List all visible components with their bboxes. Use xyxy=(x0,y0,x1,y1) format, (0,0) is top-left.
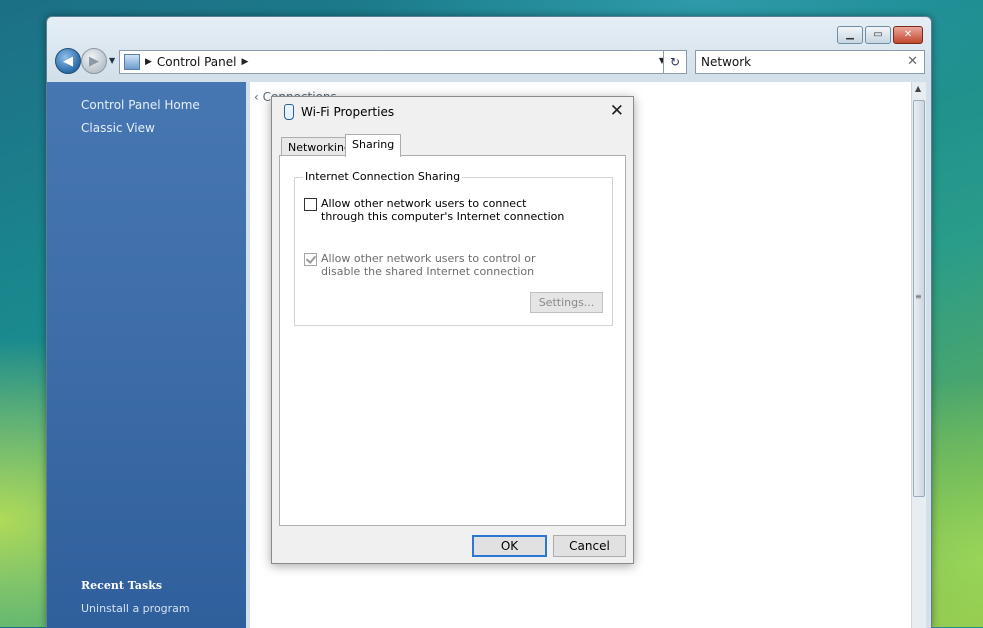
refresh-icon: ↻ xyxy=(669,55,681,69)
group-title: Internet Connection Sharing xyxy=(303,170,463,183)
allow-control-checkbox xyxy=(304,253,317,266)
dialog-title: Wi-Fi Properties xyxy=(301,105,395,119)
close-icon: ✕ xyxy=(903,29,913,40)
internet-connection-sharing-group: Internet Connection Sharing Allow other … xyxy=(294,170,613,326)
wifi-properties-dialog: Wi-Fi Properties ✕ Networking Sharing In… xyxy=(271,96,634,564)
tab-sharing[interactable]: Sharing xyxy=(345,134,402,157)
vertical-scrollbar[interactable]: ▲ ≡ xyxy=(911,82,926,628)
control-panel-icon xyxy=(124,54,140,70)
recent-pages-dropdown-icon[interactable]: ▼ xyxy=(109,56,115,65)
allow-control-row: Allow other network users to control or … xyxy=(304,252,571,278)
clear-search-icon[interactable]: ✕ xyxy=(907,54,918,69)
allow-connect-row[interactable]: Allow other network users to connect thr… xyxy=(304,197,571,223)
minimize-button[interactable]: ▁ xyxy=(837,26,863,44)
ok-button[interactable]: OK xyxy=(472,535,547,557)
maximize-icon: ▭ xyxy=(873,29,883,40)
sharing-tab-panel: Internet Connection Sharing Allow other … xyxy=(279,155,626,526)
forward-button[interactable]: ▶ xyxy=(81,48,107,74)
allow-connect-checkbox[interactable] xyxy=(304,198,317,211)
allow-connect-label[interactable]: Allow other network users to connect thr… xyxy=(321,197,571,223)
scrollbar-grip-icon: ≡ xyxy=(915,292,922,301)
dialog-close-icon[interactable]: ✕ xyxy=(610,101,624,121)
uninstall-program-link[interactable]: Uninstall a program xyxy=(81,602,190,615)
scroll-up-icon[interactable]: ▲ xyxy=(915,84,921,93)
forward-arrow-icon: ▶ xyxy=(89,53,99,69)
refresh-button[interactable]: ↻ xyxy=(663,50,687,74)
search-box[interactable]: Network ✕ xyxy=(695,50,925,74)
classic-view-link[interactable]: Classic View xyxy=(81,121,155,135)
navigation-bar: ◀ ▶ ▼ ▶ Control Panel ▶ ▼ ↻ Network ✕ xyxy=(53,48,925,74)
breadcrumb-chevron-icon[interactable]: ▶ xyxy=(145,57,152,67)
allow-control-label: Allow other network users to control or … xyxy=(321,252,536,278)
minimize-icon: ▁ xyxy=(846,29,854,40)
back-arrow-icon: ◀ xyxy=(63,53,73,69)
back-button[interactable]: ◀ xyxy=(55,48,81,74)
breadcrumb-control-panel[interactable]: Control Panel xyxy=(157,55,237,69)
wifi-adapter-icon xyxy=(284,104,294,120)
window-caption-buttons: ▁ ▭ ✕ xyxy=(837,26,923,44)
address-bar[interactable]: ▶ Control Panel ▶ ▼ xyxy=(119,50,670,74)
recent-tasks-heading: Recent Tasks xyxy=(81,579,163,592)
settings-button: Settings... xyxy=(530,292,603,313)
breadcrumb-chevron-icon[interactable]: ▶ xyxy=(242,57,249,67)
search-input[interactable]: Network xyxy=(701,55,751,69)
task-pane: Control Panel Home Classic View Recent T… xyxy=(47,82,246,628)
cancel-button[interactable]: Cancel xyxy=(553,535,626,557)
control-panel-home-link[interactable]: Control Panel Home xyxy=(81,98,200,112)
close-window-button[interactable]: ✕ xyxy=(893,26,923,44)
maximize-button[interactable]: ▭ xyxy=(865,26,891,44)
